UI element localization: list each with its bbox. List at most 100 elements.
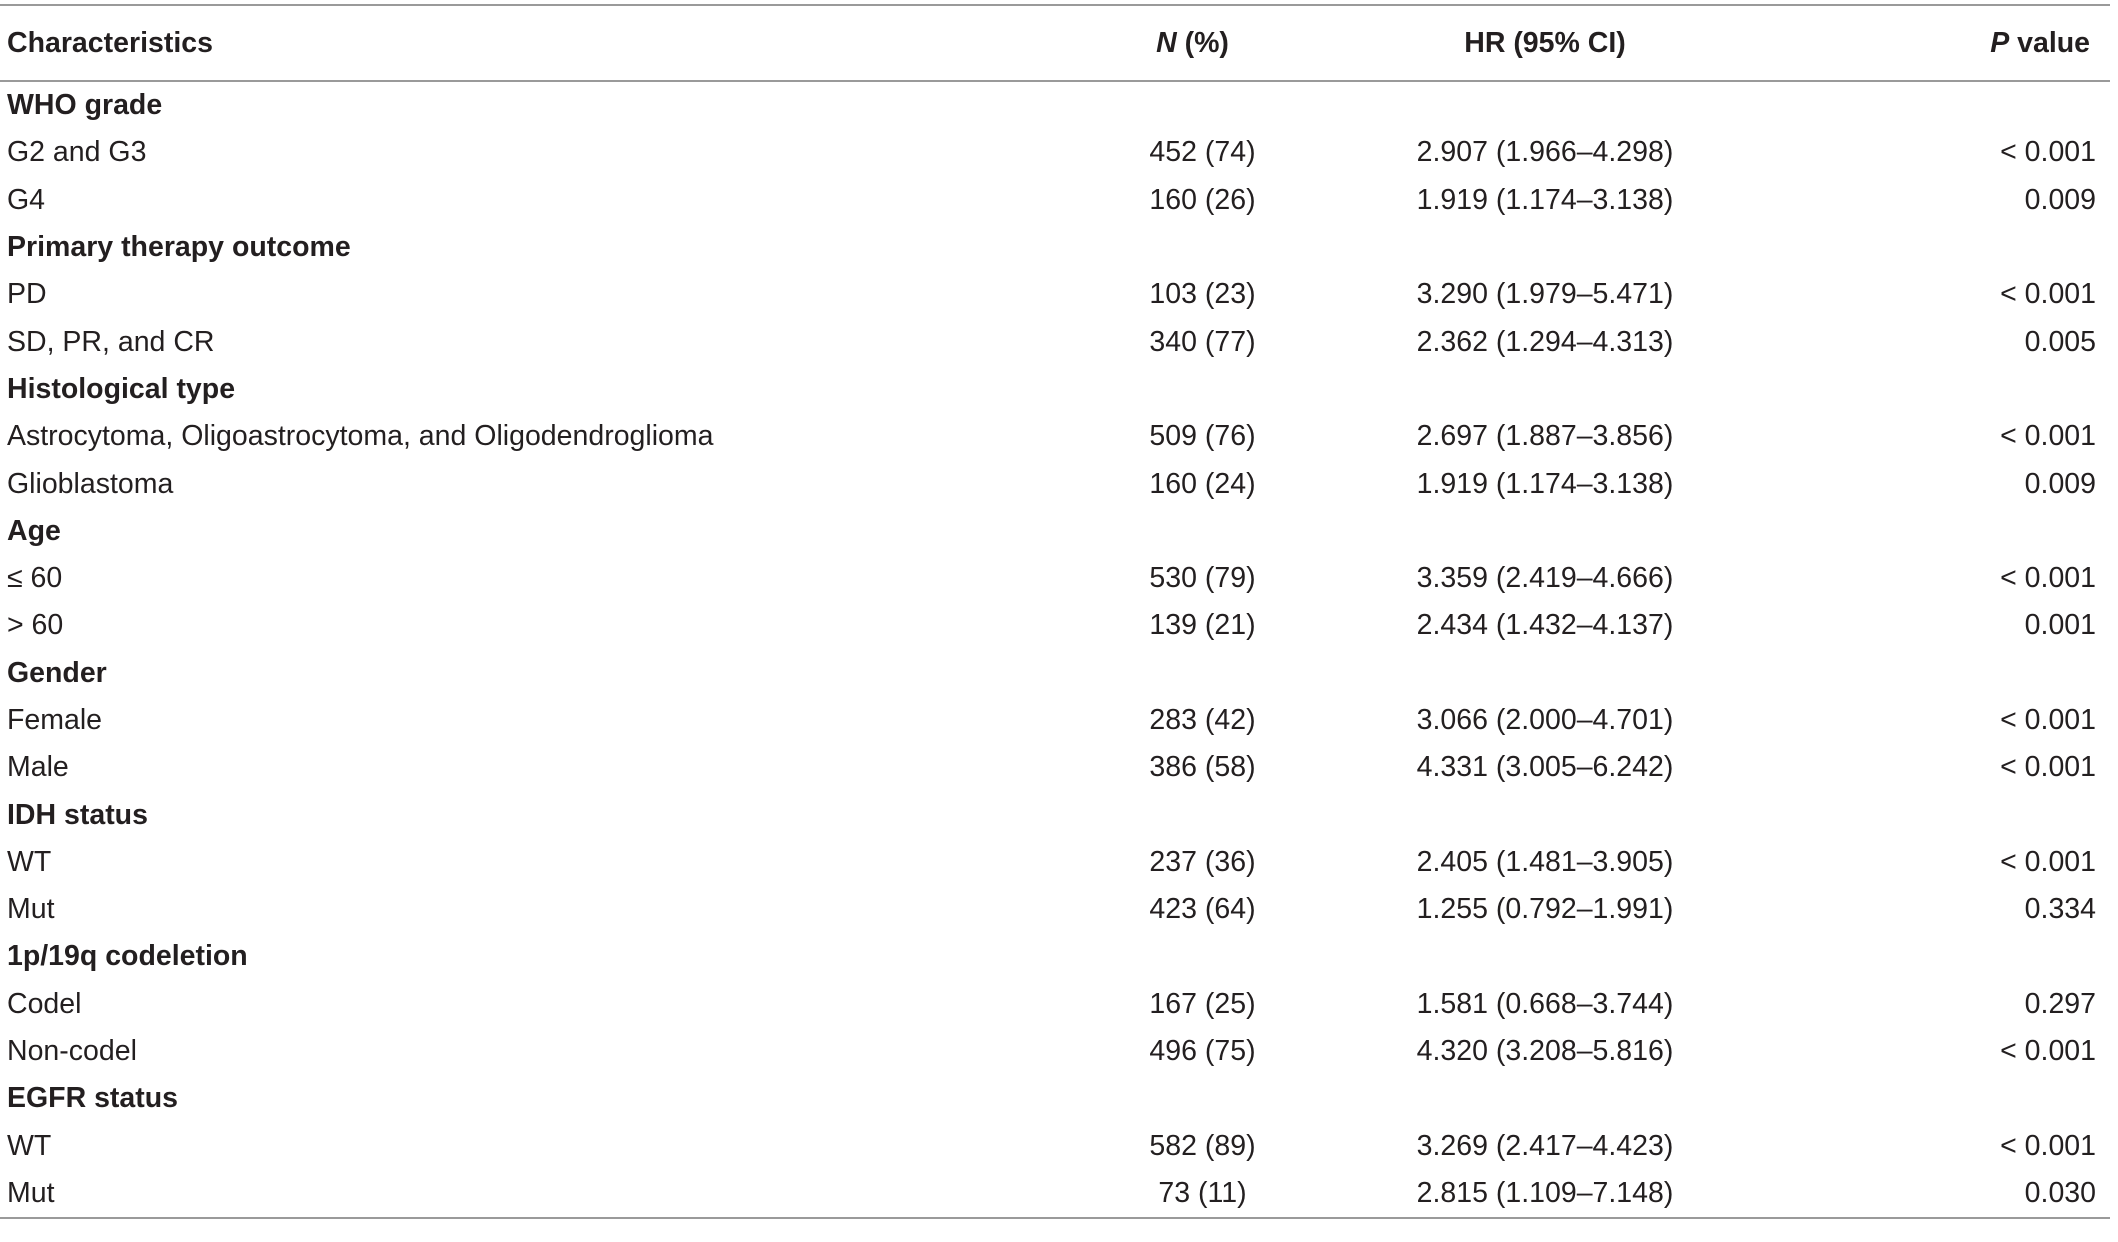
header-p-value: P value: [1775, 4, 2110, 82]
row-hr-ci: 2.815 (1.109–7.148): [1270, 1169, 1775, 1220]
table-container: Characteristics N (%) HR (95% CI) P valu…: [0, 4, 2118, 1220]
row-hr-ci: 2.362 (1.294–4.313): [1416, 325, 1674, 358]
row-n-percent: 103 (23): [1149, 278, 1256, 311]
table-row: PD 103 (23) 3.290 (1.979–5.471) < 0.001: [0, 271, 2110, 318]
group-label: Histological type: [7, 372, 236, 405]
table-row: Female 283 (42) 3.066 (2.000–4.701) < 0.001: [0, 697, 2110, 744]
row-n-percent: 496 (75): [1149, 1035, 1256, 1068]
row-n-percent: 139 (21): [1149, 609, 1256, 642]
row-label: Mut: [7, 893, 55, 926]
table-row: Glioblastoma 160 (24) 1.919 (1.174–3.138) 0…: [0, 460, 2110, 507]
row-hr-ci: 3.066 (2.000–4.701): [1416, 704, 1674, 736]
group-label: WHO grade: [7, 89, 163, 122]
row-n-percent: 160 (26): [1149, 183, 1256, 216]
group-label: Gender: [7, 656, 107, 689]
row-label: G4: [7, 183, 46, 216]
row-hr-ci: 1.581 (0.668–3.744): [1416, 987, 1674, 1020]
row-p-value: 0.030: [1775, 1169, 2110, 1220]
table-row: Astrocytoma, Oligoastrocytoma, and Oligo…: [0, 413, 2110, 460]
table-row: Non-codel 496 (75) 4.320 (3.208–5.816) < 0.…: [0, 1028, 2110, 1075]
row-hr-ci: 1.919 (1.174–3.138): [1416, 183, 1674, 216]
table-row: > 60 139 (21) 2.434 (1.432–4.137) 0.001: [0, 602, 2110, 649]
row-p-value: < 0.001: [2000, 562, 2096, 595]
group-label: EGFR status: [7, 1082, 179, 1115]
row-p-value: 0.334: [2024, 893, 2096, 926]
row-n-percent: 340 (77): [1149, 325, 1256, 358]
row-p-value: < 0.001: [2000, 845, 2096, 878]
group-header-row: Primary therapy outcome: [0, 224, 2110, 271]
row-n-percent: 160 (24): [1149, 467, 1256, 500]
row-hr-ci: 3.359 (2.419–4.666): [1416, 562, 1674, 595]
table-row: G4 160 (26) 1.919 (1.174–3.138) 0.009: [0, 177, 2110, 224]
table-row: Male 386 (58) 4.331 (3.005–6.242) < 0.001: [0, 744, 2110, 791]
group-header-row: WHO grade: [0, 81, 2110, 129]
row-hr-ci: 2.434 (1.432–4.137): [1416, 609, 1674, 642]
row-label: SD, PR, and CR: [7, 325, 215, 358]
header-p-rest: value: [2009, 26, 2090, 59]
row-label: Non-codel: [7, 1035, 137, 1068]
hazard-ratio-table: Characteristics N (%) HR (95% CI) P valu…: [0, 4, 2110, 1220]
group-label: Age: [7, 514, 61, 547]
header-n-rest: (%): [1176, 26, 1229, 59]
row-hr-ci: 4.320 (3.208–5.816): [1416, 1035, 1674, 1068]
table-row: ≤ 60 530 (79) 3.359 (2.419–4.666) < 0.001: [0, 555, 2110, 602]
table-row: SD, PR, and CR 340 (77) 2.362 (1.294–4.313…: [0, 318, 2110, 365]
group-header-row: 1p/19q codeletion: [0, 933, 2110, 980]
row-n-percent: 530 (79): [1149, 562, 1256, 595]
row-label: Female: [7, 704, 103, 736]
row-p-value: < 0.001: [2000, 1129, 2096, 1162]
table-row: WT 582 (89) 3.269 (2.417–4.423) < 0.001: [0, 1123, 2110, 1170]
row-n-percent: 452 (74): [1149, 136, 1256, 169]
row-p-value: 0.009: [2024, 467, 2096, 500]
table-row: WT 237 (36) 2.405 (1.481–3.905) < 0.001: [0, 839, 2110, 886]
row-hr-ci: 4.331 (3.005–6.242): [1416, 751, 1674, 784]
table-row: G2 and G3 452 (74) 2.907 (1.966–4.298) < 0.…: [0, 129, 2110, 176]
row-hr-ci: 1.255 (0.792–1.991): [1416, 893, 1674, 926]
row-label: Codel: [7, 987, 82, 1020]
header-characteristics: Characteristics: [0, 4, 925, 82]
table-body: WHO grade G2 and G3 452 (74) 2.907 (1.966–4…: [0, 81, 2110, 1220]
header-n-italic: N: [1156, 26, 1177, 59]
row-label: WT: [7, 1129, 52, 1162]
group-header-row: EGFR status: [0, 1075, 2110, 1122]
table-row: Codel 167 (25) 1.581 (0.668–3.744) 0.297: [0, 981, 2110, 1028]
row-label: Mut: [0, 1169, 925, 1220]
row-n-percent: 237 (36): [1149, 845, 1256, 878]
row-label: Glioblastoma: [7, 467, 174, 500]
group-label: Primary therapy outcome: [7, 231, 351, 264]
row-n-percent: 386 (58): [1149, 751, 1256, 784]
row-n-percent: 423 (64): [1149, 893, 1256, 926]
row-label: > 60: [7, 609, 64, 642]
header-n-percent: N (%): [925, 4, 1270, 82]
header-p-italic: P: [1990, 26, 2010, 59]
row-label: Male: [7, 751, 69, 784]
row-p-value: < 0.001: [2000, 136, 2096, 169]
row-n-percent: 73 (11): [925, 1169, 1270, 1220]
group-header-row: Age: [0, 508, 2110, 555]
row-p-value: 0.009: [2024, 183, 2096, 216]
row-p-value: 0.005: [2024, 325, 2096, 358]
row-n-percent: 582 (89): [1149, 1129, 1256, 1162]
row-label: G2 and G3: [7, 136, 147, 169]
row-label: Astrocytoma, Oligoastrocytoma, and Oligo…: [7, 420, 714, 453]
group-header-row: IDH status: [0, 791, 2110, 838]
group-label: IDH status: [7, 798, 148, 831]
header-hr: HR (95% CI): [1270, 4, 1775, 82]
row-p-value: < 0.001: [2000, 420, 2096, 453]
row-label: ≤ 60: [7, 562, 63, 595]
row-n-percent: 509 (76): [1149, 420, 1256, 453]
row-n-percent: 283 (42): [1149, 704, 1256, 736]
row-label: WT: [7, 845, 52, 878]
row-p-value: 0.001: [2024, 609, 2096, 642]
group-header-row: Histological type: [0, 366, 2110, 413]
table-row: Mut 423 (64) 1.255 (0.792–1.991) 0.334: [0, 886, 2110, 933]
row-hr-ci: 2.405 (1.481–3.905): [1416, 845, 1674, 878]
row-label: PD: [7, 278, 47, 311]
table-header: Characteristics N (%) HR (95% CI) P valu…: [0, 4, 2110, 82]
row-hr-ci: 2.697 (1.887–3.856): [1416, 420, 1674, 453]
row-n-percent: 167 (25): [1149, 987, 1256, 1020]
table-row: Mut 73 (11) 2.815 (1.109–7.148) 0.030: [0, 1169, 2110, 1220]
group-label: 1p/19q codeletion: [7, 940, 248, 973]
row-hr-ci: 3.269 (2.417–4.423): [1416, 1129, 1674, 1162]
row-hr-ci: 1.919 (1.174–3.138): [1416, 467, 1674, 500]
